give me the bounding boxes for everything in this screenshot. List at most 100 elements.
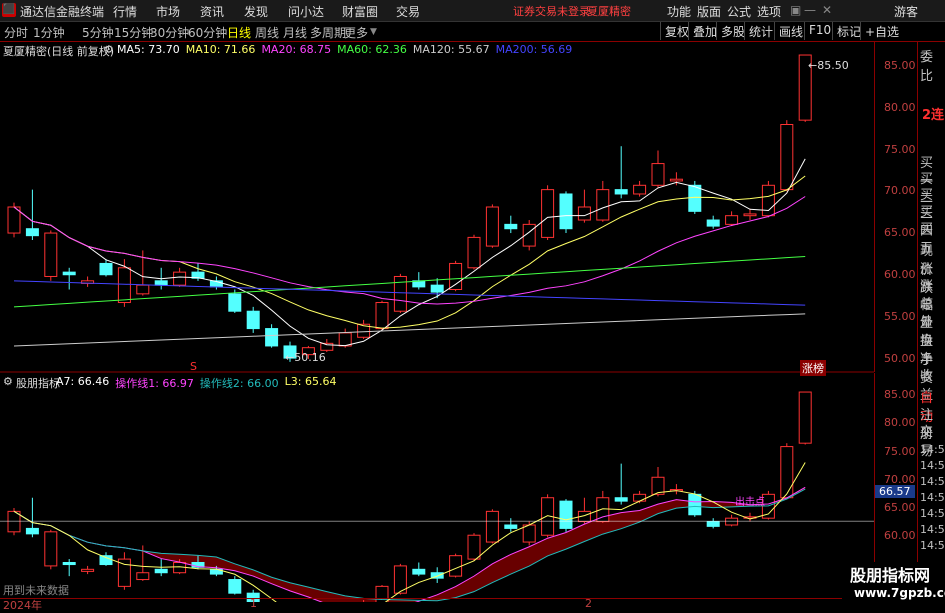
menu-layout[interactable]: 版面 [697, 3, 721, 20]
menu-market[interactable]: 市场 [156, 3, 180, 20]
y-tick: 85.00 [884, 59, 916, 72]
close-window-icon[interactable]: ✕ [822, 3, 832, 17]
menu-ask[interactable]: 问小达 [288, 3, 324, 20]
candle-body [99, 262, 113, 276]
guest-user[interactable]: 游客 [894, 3, 918, 20]
panel-item: 委比 [920, 50, 934, 84]
y-tick: 70.00 [884, 184, 916, 197]
watermark-title: 股朋指标网 [850, 566, 931, 585]
future-data-note: 用到未来数据 [3, 584, 69, 597]
y-tick: 60.00 [884, 268, 916, 281]
candle-body [559, 193, 573, 230]
high-price-label: ←85.50 [808, 59, 849, 72]
menu-function[interactable]: 功能 [667, 3, 691, 20]
y-tick: 65.00 [884, 501, 916, 514]
candle-body [412, 568, 426, 575]
period-monthly[interactable]: 月线 [283, 24, 307, 41]
candle-body [154, 568, 168, 574]
candle-body [430, 284, 444, 293]
year-label: 2024年 [3, 599, 42, 612]
candle-body [725, 517, 739, 526]
candle-body [780, 446, 794, 499]
y-tick: 60.00 [884, 529, 916, 542]
period-daily[interactable]: 日线 [227, 24, 251, 41]
candle-body [688, 184, 702, 212]
add-watchlist-button[interactable]: +自选 [860, 22, 917, 40]
period-weekly[interactable]: 周线 [255, 24, 279, 41]
candle-body [265, 328, 279, 347]
y-tick: 75.00 [884, 445, 916, 458]
signal-label: 出击点 [735, 497, 765, 508]
candle-body [99, 555, 113, 566]
candle-body [467, 236, 481, 269]
candle-body [504, 223, 518, 230]
time-label: 14:56 [920, 539, 945, 552]
candle-body [633, 184, 647, 195]
candle-body [154, 280, 168, 286]
signal-s-marker: S [190, 360, 197, 373]
candle-body [669, 178, 683, 182]
watermark: 股朋指标网 www.7gpzb.com [842, 562, 945, 609]
candle-body [117, 267, 131, 304]
month-label: 2 [585, 597, 592, 610]
candle-body [504, 524, 518, 529]
period-1min[interactable]: 1分钟 [33, 24, 65, 41]
menu-options[interactable]: 选项 [757, 3, 781, 20]
ma120-line [13, 313, 806, 347]
menu-quotes[interactable]: 行情 [113, 3, 137, 20]
watermark-url: www.7gpzb.com [854, 586, 945, 600]
period-multi[interactable]: 多周期 [310, 24, 346, 41]
menu-formula[interactable]: 公式 [727, 3, 751, 20]
candle-body [228, 293, 242, 312]
candle-body [62, 271, 76, 276]
candle-body [44, 232, 58, 277]
candle-body [449, 555, 463, 577]
login-warning[interactable]: 证券交易未登录 [513, 3, 590, 19]
period-more[interactable]: 更多 [344, 24, 368, 41]
low-price-value: 50.16 [294, 351, 326, 364]
title-bar: ⬛ 通达信金融终端 行情 市场 资讯 发现 问小达 财富圈 交易 证券交易未登录… [0, 0, 945, 22]
app-name: 通达信金融终端 [20, 5, 105, 19]
main-chart-area [7, 54, 812, 362]
indicator-band [14, 487, 806, 602]
high-price-value: 85.50 [817, 59, 849, 72]
candle-body [780, 124, 794, 191]
period-30min[interactable]: 30分钟 [150, 24, 189, 41]
period-5min[interactable]: 5分钟 [82, 24, 114, 41]
stats-button[interactable]: 统计 [744, 22, 777, 40]
candle-body [596, 497, 610, 523]
low-price-label: ←50.16 [285, 351, 326, 364]
candle-body [541, 189, 555, 238]
candle-body [725, 215, 739, 225]
menu-wealth[interactable]: 财富圈 [342, 3, 378, 20]
menu-trade[interactable]: 交易 [396, 3, 420, 20]
menu-discover[interactable]: 发现 [244, 3, 268, 20]
y-tick: 55.00 [884, 310, 916, 323]
candle-body [522, 524, 536, 543]
candle-body [467, 534, 481, 560]
rank-badge[interactable]: 涨榜 [800, 360, 826, 376]
stock-name-link[interactable]: 夏厦精密 [587, 3, 631, 19]
candle-body [62, 562, 76, 566]
candle-body [485, 510, 499, 543]
candle-body [614, 189, 628, 195]
y-tick: 85.00 [884, 388, 916, 401]
y-tick: 80.00 [884, 101, 916, 114]
more-icon[interactable]: ▣ [790, 3, 801, 17]
period-60min[interactable]: 60分钟 [188, 24, 227, 41]
draw-button[interactable]: 画线 [774, 22, 807, 40]
candle-body [246, 310, 260, 330]
chevron-down-icon[interactable]: ▼ [370, 27, 377, 37]
kline-svg[interactable] [0, 42, 874, 602]
menu-news[interactable]: 资讯 [200, 3, 224, 20]
minimize-icon[interactable]: — [804, 3, 816, 17]
period-15min[interactable]: 15分钟 [114, 24, 153, 41]
ma5-line [13, 158, 806, 347]
candle-body [798, 391, 812, 444]
period-intraday[interactable]: 分时 [4, 24, 28, 41]
f10-button[interactable]: F10 [804, 22, 835, 40]
candle-body [7, 206, 21, 234]
month-label: 1 [250, 597, 257, 610]
candle-body [614, 497, 628, 502]
candle-body [706, 521, 720, 527]
